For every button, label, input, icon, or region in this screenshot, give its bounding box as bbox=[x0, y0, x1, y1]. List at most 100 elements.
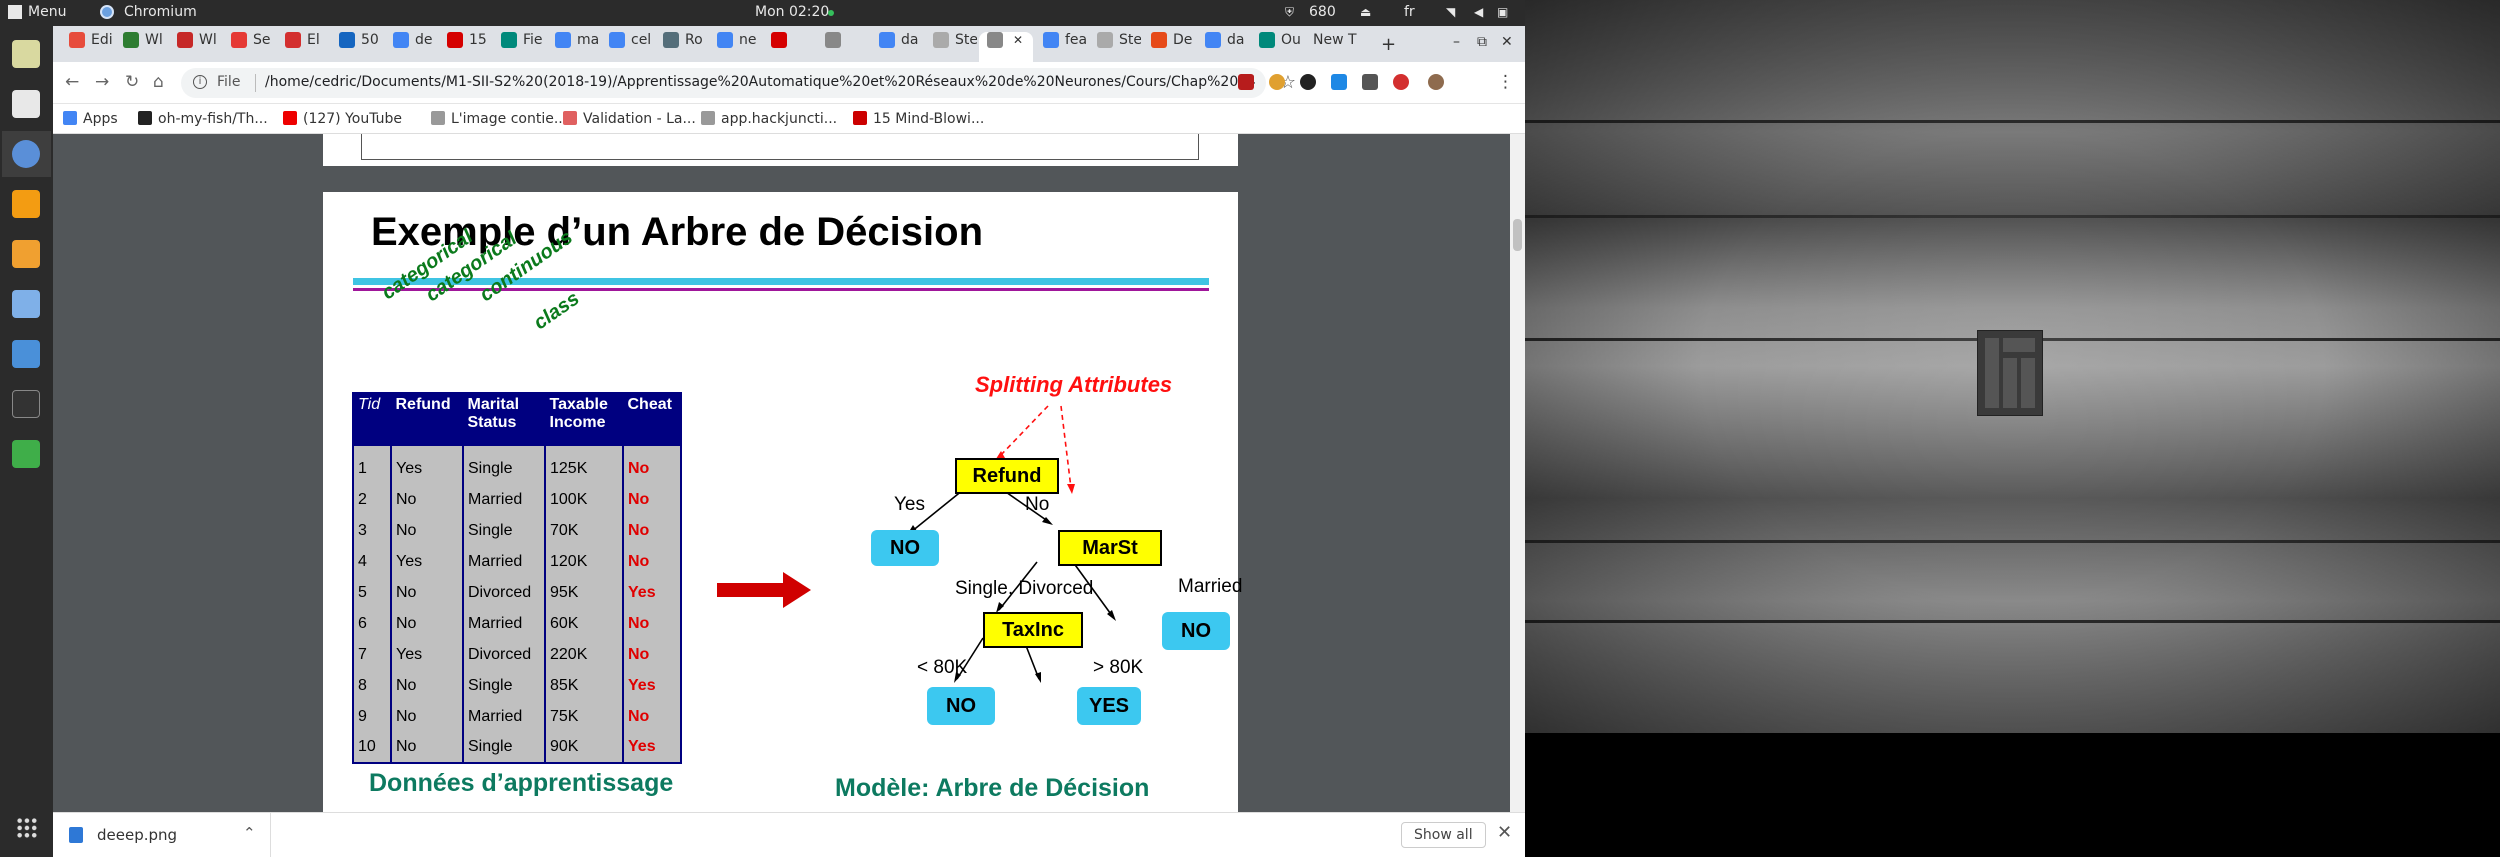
remote-desktop-icon[interactable] bbox=[12, 340, 40, 368]
browser-tab[interactable] bbox=[817, 32, 869, 62]
info-icon[interactable]: i bbox=[193, 75, 207, 89]
browser-tab[interactable]: cel bbox=[601, 32, 653, 62]
bookmark-item[interactable]: Validation - La... bbox=[563, 111, 696, 127]
new-tab-button[interactable]: + bbox=[1381, 34, 1396, 55]
page-icon bbox=[701, 111, 715, 125]
browser-tab[interactable]: ✕ bbox=[979, 32, 1033, 62]
browser-tab[interactable]: Edi bbox=[61, 32, 113, 62]
bookmark-item[interactable]: app.hackjuncti... bbox=[701, 111, 837, 127]
browser-tab[interactable]: Wl bbox=[115, 32, 167, 62]
browser-tab[interactable]: New T bbox=[1305, 32, 1365, 62]
tab-title: Ste bbox=[955, 32, 977, 48]
show-apps-grid-icon[interactable] bbox=[16, 817, 38, 839]
previous-page-table-edge bbox=[361, 134, 1199, 160]
clock[interactable]: Mon 02:20 bbox=[755, 4, 829, 20]
bookmark-item[interactable]: 15 Mind-Blowi... bbox=[853, 111, 984, 127]
eject-icon[interactable]: ⏏ bbox=[1360, 5, 1371, 19]
browser-tab[interactable]: fea bbox=[1035, 32, 1087, 62]
browser-tab[interactable]: Wl bbox=[169, 32, 221, 62]
browser-tab[interactable]: Fie bbox=[493, 32, 545, 62]
back-arrow-icon[interactable]: ← bbox=[65, 72, 79, 92]
youtube-icon bbox=[283, 111, 297, 125]
browser-tab[interactable]: De bbox=[1143, 32, 1195, 62]
keyboard-layout[interactable]: fr bbox=[1404, 4, 1415, 20]
browser-tab[interactable]: Ou bbox=[1251, 32, 1303, 62]
spreadsheet-icon[interactable] bbox=[12, 440, 40, 468]
home-icon[interactable]: ⌂ bbox=[153, 72, 164, 92]
browser-tab[interactable]: Se bbox=[223, 32, 275, 62]
shield-icon[interactable]: ⛨ bbox=[1285, 5, 1294, 20]
browser-tab[interactable]: Ste bbox=[925, 32, 977, 62]
tab-favicon-icon bbox=[717, 32, 733, 48]
bookmark-item[interactable]: (127) YouTube bbox=[283, 111, 402, 127]
bookmark-label: app.hackjuncti... bbox=[721, 111, 838, 127]
browser-tab[interactable]: da bbox=[1197, 32, 1249, 62]
edge-label-single-divorced: Single, Divorced bbox=[955, 578, 1094, 599]
bookmark-item[interactable]: Apps bbox=[63, 111, 118, 127]
browser-tab[interactable]: El bbox=[277, 32, 329, 62]
download-manager-icon[interactable] bbox=[12, 240, 40, 268]
tab-favicon-icon bbox=[987, 32, 1003, 48]
profile-avatar[interactable] bbox=[1428, 74, 1444, 90]
reload-icon[interactable]: ↻ bbox=[125, 72, 139, 92]
browser-tab[interactable] bbox=[763, 32, 815, 62]
menu-button[interactable]: Menu bbox=[28, 4, 66, 20]
edge-label-high-income: > 80K bbox=[1093, 657, 1144, 678]
minimize-window-icon[interactable]: – bbox=[1453, 34, 1460, 50]
browser-tab[interactable]: da bbox=[871, 32, 923, 62]
scrollbar-thumb[interactable] bbox=[1513, 219, 1522, 251]
close-tab-icon[interactable]: ✕ bbox=[1013, 33, 1023, 47]
extension-2-icon[interactable] bbox=[1269, 74, 1285, 90]
download-filename[interactable]: deeep.png bbox=[97, 826, 177, 844]
tab-favicon-icon bbox=[231, 32, 247, 48]
url-text[interactable]: /home/cedric/Documents/M1-SII-S2%20(2018… bbox=[265, 74, 1255, 90]
volume-icon[interactable]: ◀ bbox=[1474, 5, 1483, 19]
show-all-button[interactable]: Show all bbox=[1401, 822, 1486, 848]
scheme-label: File bbox=[217, 74, 241, 90]
close-downloads-icon[interactable]: ✕ bbox=[1497, 822, 1512, 843]
extension-6-icon[interactable] bbox=[1393, 74, 1409, 90]
tab-favicon-icon bbox=[1043, 32, 1059, 48]
messenger-icon[interactable] bbox=[12, 290, 40, 318]
tab-favicon-icon bbox=[1097, 32, 1113, 48]
tab-favicon-icon bbox=[1205, 32, 1221, 48]
manjaro-logo-icon[interactable] bbox=[8, 5, 22, 19]
close-window-icon[interactable]: ✕ bbox=[1501, 34, 1513, 50]
download-item[interactable]: deeep.png ⌃ bbox=[53, 813, 271, 857]
lock-icon[interactable]: ▣ bbox=[1497, 5, 1508, 19]
pdf-scrollbar[interactable] bbox=[1510, 134, 1525, 812]
notification-dot-icon bbox=[828, 10, 834, 16]
extension-3-icon[interactable] bbox=[1300, 74, 1316, 90]
tab-title: Edi bbox=[91, 32, 113, 48]
browser-tab[interactable]: Ste bbox=[1089, 32, 1141, 62]
browser-tab[interactable]: ma bbox=[547, 32, 599, 62]
chevron-up-icon[interactable]: ⌃ bbox=[243, 824, 256, 842]
apps-grid-icon bbox=[63, 111, 77, 125]
browser-tab[interactable]: 15 bbox=[439, 32, 491, 62]
file-manager-icon[interactable] bbox=[12, 40, 40, 68]
chromium-window: Edi Wl Wl Se El 50 de 15 Fie ma cel Ro ne da Ste ✕ fea St… bbox=[53, 26, 1525, 857]
battery-readout[interactable]: 680 bbox=[1309, 4, 1336, 20]
pdf-viewport[interactable]: Exemple d’un Arbre de Décision categoric… bbox=[53, 134, 1525, 812]
address-bar[interactable]: i File /home/cedric/Documents/M1-SII-S2%… bbox=[181, 68, 1296, 98]
wifi-icon[interactable]: ◥ bbox=[1446, 5, 1455, 19]
forward-arrow-icon[interactable]: → bbox=[95, 72, 109, 92]
terminal-icon[interactable] bbox=[12, 390, 40, 418]
browser-tab[interactable]: de bbox=[385, 32, 437, 62]
tree-node-refund: Refund bbox=[955, 458, 1059, 494]
extension-5-icon[interactable] bbox=[1362, 74, 1378, 90]
browser-tab[interactable]: 50 bbox=[331, 32, 383, 62]
bookmark-item[interactable]: L'image contie... bbox=[431, 111, 567, 127]
sublime-text-icon[interactable] bbox=[12, 190, 40, 218]
browser-tab[interactable]: ne bbox=[709, 32, 761, 62]
browser-tab[interactable]: Ro bbox=[655, 32, 707, 62]
chromium-dock-icon[interactable] bbox=[12, 140, 40, 168]
extension-1-icon[interactable] bbox=[1238, 74, 1254, 90]
extension-4-icon[interactable] bbox=[1331, 74, 1347, 90]
tab-strip: Edi Wl Wl Se El 50 de 15 Fie ma cel Ro ne da Ste ✕ fea St… bbox=[53, 26, 1525, 62]
bookmark-item[interactable]: oh-my-fish/Th... bbox=[138, 111, 268, 127]
text-editor-icon[interactable] bbox=[12, 90, 40, 118]
bookmark-label: 15 Mind-Blowi... bbox=[873, 111, 985, 127]
menu-kebab-icon[interactable]: ⋮ bbox=[1497, 72, 1514, 92]
maximize-window-icon[interactable]: ⧉ bbox=[1477, 34, 1487, 50]
